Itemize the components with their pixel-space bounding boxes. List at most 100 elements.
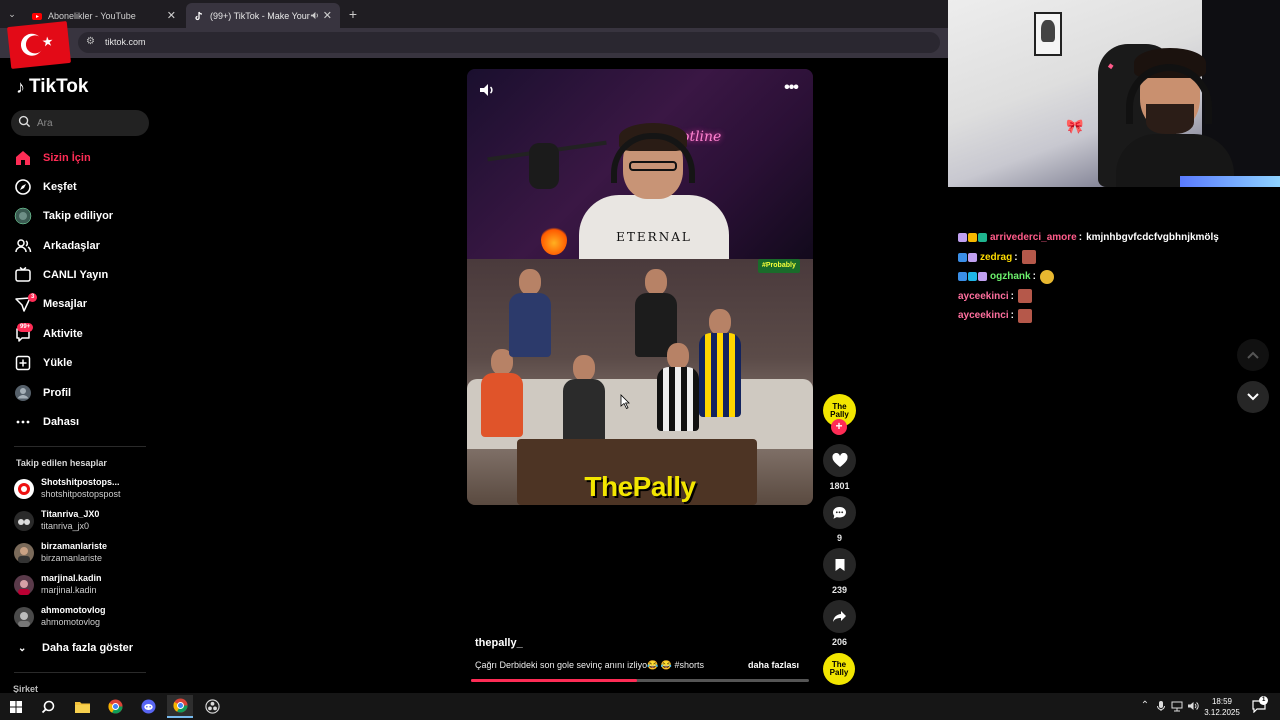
mouse-cursor-icon (620, 394, 630, 410)
chat-badges (958, 272, 987, 282)
file-explorer-button[interactable] (69, 695, 95, 718)
tab-list-button[interactable]: ⌄ (4, 6, 20, 22)
tab-audio-icon[interactable] (310, 11, 319, 20)
account-avatar (14, 511, 34, 531)
close-tab-icon[interactable]: ✕ (323, 9, 332, 22)
search-icon (41, 700, 55, 713)
chat-message: ogzhank : (958, 267, 1268, 287)
see-more-link[interactable]: daha fazlası (748, 660, 799, 670)
url-text: tiktok.com (105, 37, 146, 47)
bookmark-icon (835, 558, 844, 571)
chrome-button[interactable] (102, 695, 128, 718)
omnibox[interactable]: ⚙ tiktok.com (78, 32, 940, 53)
nav-live[interactable]: CANLI Yayın (14, 264, 150, 286)
nav-friends[interactable]: Arkadaşlar (14, 235, 150, 257)
followed-account[interactable]: ahmomotovlog ahmomotovlog (14, 604, 154, 630)
host-person: ETERNAL (579, 123, 729, 265)
search-box[interactable] (11, 110, 149, 136)
nav-explore[interactable]: Keşfet (14, 176, 150, 198)
start-button[interactable] (3, 695, 29, 718)
nav-more[interactable]: Dahası (14, 411, 150, 433)
chat-separator: : (1010, 310, 1014, 322)
more-options-icon[interactable]: ••• (779, 80, 803, 99)
new-tab-button[interactable]: + (346, 6, 360, 22)
like-count: 1801 (829, 481, 850, 491)
chevron-down-icon: ⌄ (18, 642, 27, 654)
windows-taskbar (0, 693, 1280, 720)
followed-account[interactable]: Shotshitpostops... shotshitpostopspost (14, 476, 154, 502)
comment-icon (833, 506, 846, 519)
tiktok-logo[interactable]: ♪ TikTok (16, 76, 88, 98)
chat-username[interactable]: arrivederci_amore (990, 232, 1077, 243)
chrome-active-button[interactable] (167, 695, 193, 718)
comment-count: 9 (836, 533, 842, 543)
close-tab-icon[interactable]: ✕ (167, 9, 176, 22)
address-bar: ⚙ tiktok.com (0, 28, 948, 58)
network-icon[interactable] (1171, 700, 1183, 712)
turkish-flag-overlay: ★ (6, 20, 72, 70)
upload-icon (15, 355, 31, 371)
chat-username[interactable]: zedrag (980, 252, 1012, 263)
nav-upload[interactable]: Yükle (14, 352, 150, 374)
account-username: ahmomotovlog (41, 617, 101, 627)
followed-account[interactable]: birzamanlariste birzamanlariste (14, 540, 154, 566)
chat-emote (1039, 269, 1054, 284)
nav-activity[interactable]: 99+ Aktivite (14, 323, 150, 345)
chat-username[interactable]: ayceekinci (958, 310, 1009, 321)
nav-label: Dahası (43, 416, 80, 428)
nav-label: Takip ediliyor (43, 210, 114, 222)
followed-account[interactable]: marjinal.kadin marjinal.kadin (14, 572, 154, 598)
chat-separator: : (1010, 290, 1014, 302)
account-name: birzamanlariste (41, 541, 108, 551)
chat-username[interactable]: ayceekinci (958, 291, 1009, 302)
sidebar-divider (14, 446, 146, 447)
following-section-title: Takip edilen hesaplar (16, 458, 107, 468)
obs-button[interactable] (199, 695, 225, 718)
chat-username[interactable]: ogzhank (990, 271, 1031, 282)
chat-badges (958, 252, 977, 262)
account-username: titanriva_jx0 (41, 521, 90, 531)
nav-for-you[interactable]: Sizin İçin (14, 147, 150, 169)
tiktok-note-icon: ♪ (16, 76, 25, 97)
taskbar-search-button[interactable] (35, 695, 61, 718)
microphone-icon[interactable] (1155, 700, 1167, 712)
account-avatar (14, 575, 34, 595)
tiktok-favicon-icon (195, 11, 203, 20)
youtube-favicon-icon (32, 12, 42, 20)
system-clock[interactable]: 18:59 3.12.2025 (1198, 696, 1246, 718)
nav-following[interactable]: Takip ediliyor (14, 205, 150, 227)
show-more-button[interactable]: ⌄ Daha fazla göster (18, 640, 133, 656)
nav-label: Yükle (43, 357, 73, 369)
chrome-icon (107, 699, 123, 714)
comment-button[interactable] (823, 496, 856, 529)
music-disc-avatar[interactable]: The Pally (823, 653, 855, 685)
like-button[interactable] (823, 444, 856, 477)
fan-fenerbahce (699, 309, 741, 419)
notification-center-button[interactable]: 1 (1252, 696, 1269, 714)
nav-profile[interactable]: Profil (14, 382, 150, 404)
share-button[interactable] (823, 600, 856, 633)
chat-emote (1017, 308, 1032, 323)
volume-icon[interactable] (478, 81, 496, 99)
follow-button[interactable]: + (831, 419, 847, 435)
nav-messages[interactable]: 3 Mesajlar (14, 293, 150, 315)
video-username[interactable]: thepally_ (475, 637, 523, 649)
discord-button[interactable] (135, 695, 161, 718)
pink-bow-icon: 🎀 (1066, 118, 1084, 134)
next-video-button[interactable] (1237, 381, 1269, 413)
followed-account[interactable]: Titanriva_JX0 titanriva_jx0 (14, 508, 154, 534)
video-progress-bar[interactable] (471, 679, 809, 682)
chat-separator: : (1014, 251, 1018, 263)
tab-tiktok[interactable]: (99+) TikTok - Make Your Day ✕ (186, 3, 340, 28)
streamer-webcam: ◆ 🎀 (948, 0, 1280, 187)
video-player[interactable]: hotline ETERNAL #Probably ThePally (467, 69, 813, 505)
led-strip (1180, 176, 1280, 187)
previous-video-button[interactable] (1237, 339, 1269, 371)
obs-icon (204, 699, 220, 714)
poster-cat (1041, 20, 1055, 42)
save-button[interactable] (823, 548, 856, 581)
search-input[interactable] (37, 115, 141, 131)
account-avatar (14, 479, 34, 499)
tray-overflow-icon[interactable]: ⌃ (1139, 700, 1151, 712)
site-info-icon[interactable]: ⚙ (86, 36, 95, 47)
